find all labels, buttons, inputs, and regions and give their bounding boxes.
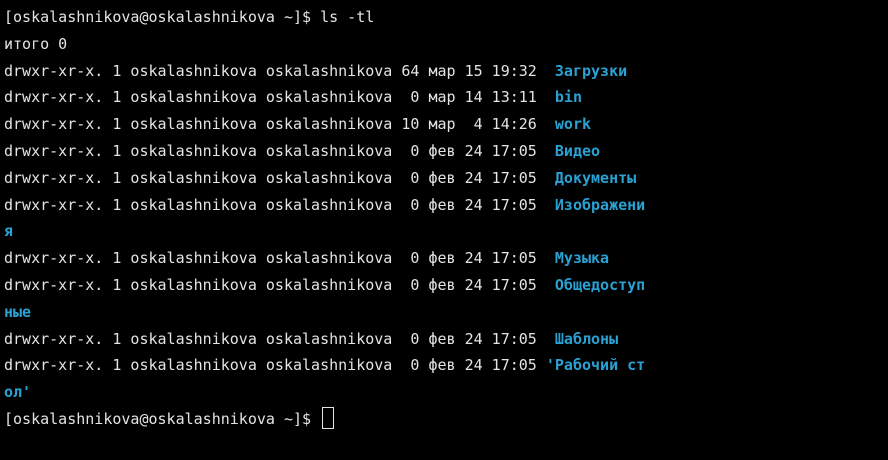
directory-name-wrap: ол' xyxy=(4,383,32,402)
listing-row: drwxr-xr-x. 1 oskalashnikova oskalashnik… xyxy=(4,352,888,379)
directory-name-wrap: ные xyxy=(4,302,32,321)
entry-meta: drwxr-xr-x. 1 oskalashnikova oskalashnik… xyxy=(4,168,555,187)
entry-meta: drwxr-xr-x. 1 oskalashnikova oskalashnik… xyxy=(4,356,546,375)
directory-name: Изображени xyxy=(554,195,646,214)
directory-name: Документы xyxy=(554,168,637,187)
entry-meta: drwxr-xr-x. 1 oskalashnikova oskalashnik… xyxy=(4,195,555,214)
entry-meta: drwxr-xr-x. 1 oskalashnikova oskalashnik… xyxy=(4,329,555,348)
command-text: ls -tl xyxy=(320,8,375,26)
listing-row: drwxr-xr-x. 1 oskalashnikova oskalashnik… xyxy=(4,326,888,353)
input-line[interactable]: [oskalashnikova@oskalashnikova ~]$ xyxy=(4,406,888,433)
listing-row-wrap: я xyxy=(4,218,888,245)
entry-meta: drwxr-xr-x. 1 oskalashnikova oskalashnik… xyxy=(4,141,555,160)
terminal-window[interactable]: [oskalashnikova@oskalashnikova ~]$ ls -t… xyxy=(0,0,888,460)
directory-name: Шаблоны xyxy=(554,329,619,348)
entry-meta: drwxr-xr-x. 1 oskalashnikova oskalashnik… xyxy=(4,275,555,294)
directory-name: Музыка xyxy=(554,249,610,268)
entry-meta: drwxr-xr-x. 1 oskalashnikova oskalashnik… xyxy=(4,249,555,268)
listing-row: drwxr-xr-x. 1 oskalashnikova oskalashnik… xyxy=(4,58,888,85)
total-line: итого 0 xyxy=(4,34,68,53)
listing-row: drwxr-xr-x. 1 oskalashnikova oskalashnik… xyxy=(4,192,888,219)
listing-row: drwxr-xr-x. 1 oskalashnikova oskalashnik… xyxy=(4,138,888,165)
directory-name: Видео xyxy=(554,141,601,160)
directory-name-wrap: я xyxy=(4,222,14,241)
cursor-icon[interactable] xyxy=(322,406,335,429)
command-line: [oskalashnikova@oskalashnikova ~]$ ls -t… xyxy=(4,4,888,31)
listing-row: drwxr-xr-x. 1 oskalashnikova oskalashnik… xyxy=(4,111,888,138)
directory-name: bin xyxy=(554,88,582,107)
listing-row-wrap: ные xyxy=(4,299,888,326)
prompt: [oskalashnikova@oskalashnikova ~]$ xyxy=(4,8,321,26)
listing-row: drwxr-xr-x. 1 oskalashnikova oskalashnik… xyxy=(4,165,888,192)
directory-name: Общедоступ xyxy=(554,275,646,294)
listing-row: drwxr-xr-x. 1 oskalashnikova oskalashnik… xyxy=(4,245,888,272)
entry-meta: drwxr-xr-x. 1 oskalashnikova oskalashnik… xyxy=(4,61,555,80)
listing-row: drwxr-xr-x. 1 oskalashnikova oskalashnik… xyxy=(4,84,888,111)
listing-row-wrap: ол' xyxy=(4,379,888,406)
directory-name: Загрузки xyxy=(554,61,628,80)
entry-meta: drwxr-xr-x. 1 oskalashnikova oskalashnik… xyxy=(4,88,555,107)
prompt: [oskalashnikova@oskalashnikova ~]$ xyxy=(4,409,321,428)
entry-meta: drwxr-xr-x. 1 oskalashnikova oskalashnik… xyxy=(4,115,555,134)
listing-row: drwxr-xr-x. 1 oskalashnikova oskalashnik… xyxy=(4,272,888,299)
directory-name: 'Рабочий ст xyxy=(545,356,646,375)
directory-name: work xyxy=(554,115,592,134)
